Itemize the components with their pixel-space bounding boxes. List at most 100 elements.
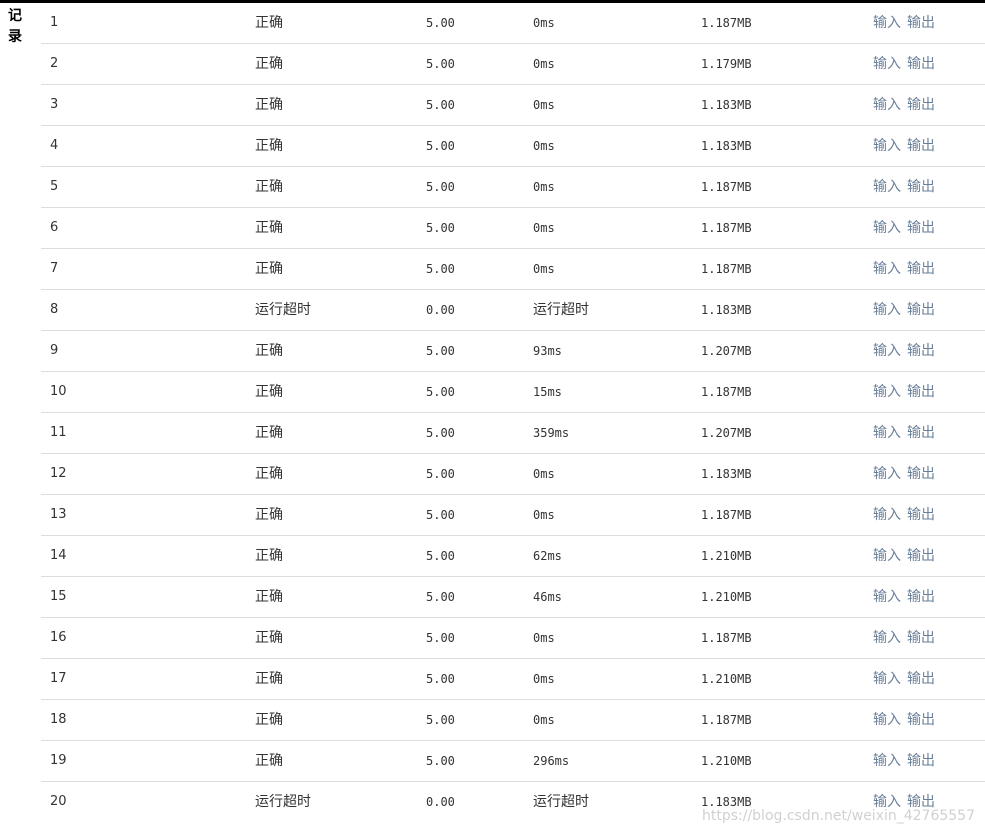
case-score: 5.00 xyxy=(426,508,455,522)
case-result: 正确 xyxy=(255,97,283,113)
case-id: 12 xyxy=(50,466,67,481)
output-link[interactable]: 输出 xyxy=(907,15,935,31)
case-time: 359ms xyxy=(533,426,570,440)
case-links: 输入 输出 xyxy=(873,290,941,331)
case-time: 0ms xyxy=(533,713,555,727)
output-link[interactable]: 输出 xyxy=(907,466,935,482)
case-id: 15 xyxy=(50,589,67,604)
case-links: 输入 输出 xyxy=(873,413,941,454)
output-link[interactable]: 输出 xyxy=(907,425,935,441)
case-score: 5.00 xyxy=(426,180,455,194)
table-row: 12 正确 5.00 0ms 1.183MB 输入 输出 xyxy=(41,454,985,495)
case-score: 5.00 xyxy=(426,713,455,727)
input-link[interactable]: 输入 xyxy=(873,548,901,564)
case-links: 输入 输出 xyxy=(873,126,941,167)
case-memory: 1.187MB xyxy=(701,221,752,235)
case-id: 4 xyxy=(50,138,59,153)
case-result: 正确 xyxy=(255,466,283,482)
case-time: 296ms xyxy=(533,754,570,768)
case-memory: 1.187MB xyxy=(701,508,752,522)
output-link[interactable]: 输出 xyxy=(907,302,935,318)
table-row: 13 正确 5.00 0ms 1.187MB 输入 输出 xyxy=(41,495,985,536)
output-link[interactable]: 输出 xyxy=(907,384,935,400)
case-result: 正确 xyxy=(255,712,283,728)
case-score: 5.00 xyxy=(426,385,455,399)
input-link[interactable]: 输入 xyxy=(873,138,901,154)
case-memory: 1.179MB xyxy=(701,57,752,71)
case-score: 5.00 xyxy=(426,221,455,235)
input-link[interactable]: 输入 xyxy=(873,712,901,728)
input-link[interactable]: 输入 xyxy=(873,630,901,646)
case-id: 19 xyxy=(50,753,67,768)
case-memory: 1.187MB xyxy=(701,262,752,276)
case-result: 正确 xyxy=(255,425,283,441)
case-result: 正确 xyxy=(255,15,283,31)
table-row: 6 正确 5.00 0ms 1.187MB 输入 输出 xyxy=(41,208,985,249)
case-links: 输入 输出 xyxy=(873,536,941,577)
input-link[interactable]: 输入 xyxy=(873,589,901,605)
case-links: 输入 输出 xyxy=(873,85,941,126)
case-result: 正确 xyxy=(255,671,283,687)
output-link[interactable]: 输出 xyxy=(907,97,935,113)
output-link[interactable]: 输出 xyxy=(907,630,935,646)
case-result: 正确 xyxy=(255,753,283,769)
case-memory: 1.187MB xyxy=(701,180,752,194)
case-score: 5.00 xyxy=(426,139,455,153)
case-memory: 1.187MB xyxy=(701,631,752,645)
table-row: 8 运行超时 0.00 运行超时 1.183MB 输入 输出 xyxy=(41,290,985,331)
case-memory: 1.210MB xyxy=(701,754,752,768)
case-score: 5.00 xyxy=(426,672,455,686)
case-result: 正确 xyxy=(255,507,283,523)
case-result: 正确 xyxy=(255,261,283,277)
case-links: 输入 输出 xyxy=(873,208,941,249)
output-link[interactable]: 输出 xyxy=(907,589,935,605)
case-memory: 1.207MB xyxy=(701,344,752,358)
case-id: 6 xyxy=(50,220,59,235)
input-link[interactable]: 输入 xyxy=(873,97,901,113)
case-memory: 1.187MB xyxy=(701,385,752,399)
case-result: 正确 xyxy=(255,343,283,359)
output-link[interactable]: 输出 xyxy=(907,138,935,154)
case-result: 运行超时 xyxy=(255,302,311,318)
case-links: 输入 输出 xyxy=(873,659,941,700)
input-link[interactable]: 输入 xyxy=(873,753,901,769)
output-link[interactable]: 输出 xyxy=(907,712,935,728)
case-time: 0ms xyxy=(533,139,555,153)
table-row: 1 正确 5.00 0ms 1.187MB 输入 输出 xyxy=(41,3,985,44)
output-link[interactable]: 输出 xyxy=(907,179,935,195)
case-time: 运行超时 xyxy=(533,794,589,810)
case-score: 5.00 xyxy=(426,631,455,645)
output-link[interactable]: 输出 xyxy=(907,753,935,769)
case-result: 正确 xyxy=(255,220,283,236)
input-link[interactable]: 输入 xyxy=(873,384,901,400)
input-link[interactable]: 输入 xyxy=(873,671,901,687)
case-score: 5.00 xyxy=(426,262,455,276)
input-link[interactable]: 输入 xyxy=(873,507,901,523)
table-row: 19 正确 5.00 296ms 1.210MB 输入 输出 xyxy=(41,741,985,782)
case-links: 输入 输出 xyxy=(873,249,941,290)
output-link[interactable]: 输出 xyxy=(907,343,935,359)
input-link[interactable]: 输入 xyxy=(873,261,901,277)
input-link[interactable]: 输入 xyxy=(873,425,901,441)
case-time: 0ms xyxy=(533,467,555,481)
output-link[interactable]: 输出 xyxy=(907,261,935,277)
input-link[interactable]: 输入 xyxy=(873,56,901,72)
output-link[interactable]: 输出 xyxy=(907,56,935,72)
output-link[interactable]: 输出 xyxy=(907,671,935,687)
case-result: 正确 xyxy=(255,589,283,605)
table-row: 14 正确 5.00 62ms 1.210MB 输入 输出 xyxy=(41,536,985,577)
case-score: 5.00 xyxy=(426,16,455,30)
output-link[interactable]: 输出 xyxy=(907,548,935,564)
input-link[interactable]: 输入 xyxy=(873,15,901,31)
input-link[interactable]: 输入 xyxy=(873,220,901,236)
output-link[interactable]: 输出 xyxy=(907,507,935,523)
table-row: 18 正确 5.00 0ms 1.187MB 输入 输出 xyxy=(41,700,985,741)
case-id: 3 xyxy=(50,97,59,112)
input-link[interactable]: 输入 xyxy=(873,179,901,195)
case-time: 46ms xyxy=(533,590,562,604)
case-id: 2 xyxy=(50,56,59,71)
input-link[interactable]: 输入 xyxy=(873,343,901,359)
output-link[interactable]: 输出 xyxy=(907,220,935,236)
input-link[interactable]: 输入 xyxy=(873,466,901,482)
input-link[interactable]: 输入 xyxy=(873,302,901,318)
